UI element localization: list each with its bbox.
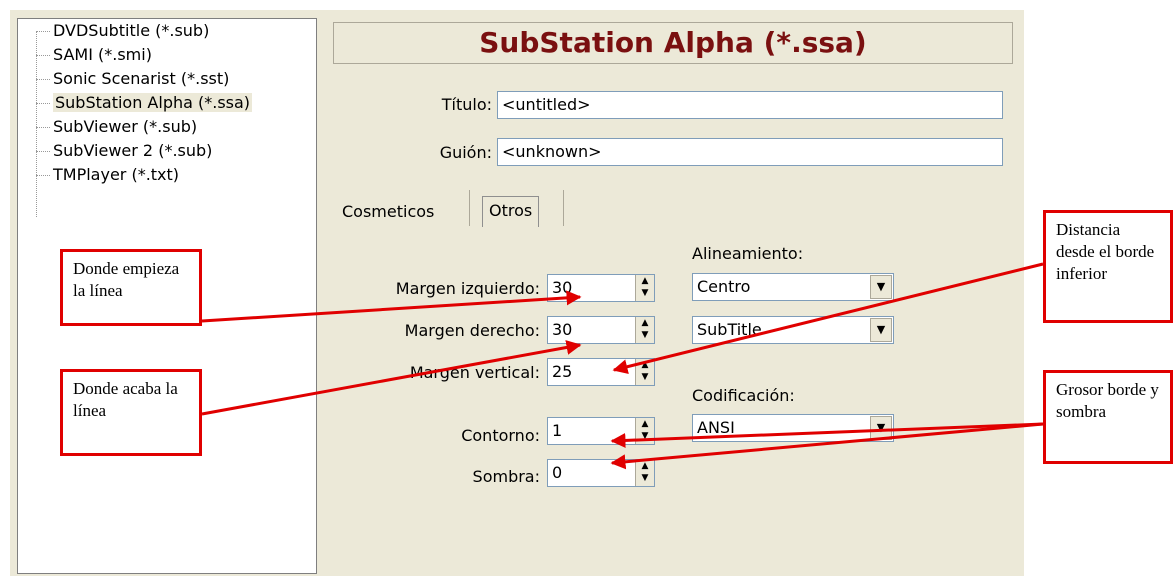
annotation-arrows	[201, 262, 1044, 470]
arrow-empieza	[201, 290, 582, 323]
arrow-contorno	[610, 422, 1044, 448]
arrow-distancia	[612, 262, 1044, 375]
arrow-acaba	[201, 340, 582, 416]
arrow-sombra	[610, 422, 1044, 470]
